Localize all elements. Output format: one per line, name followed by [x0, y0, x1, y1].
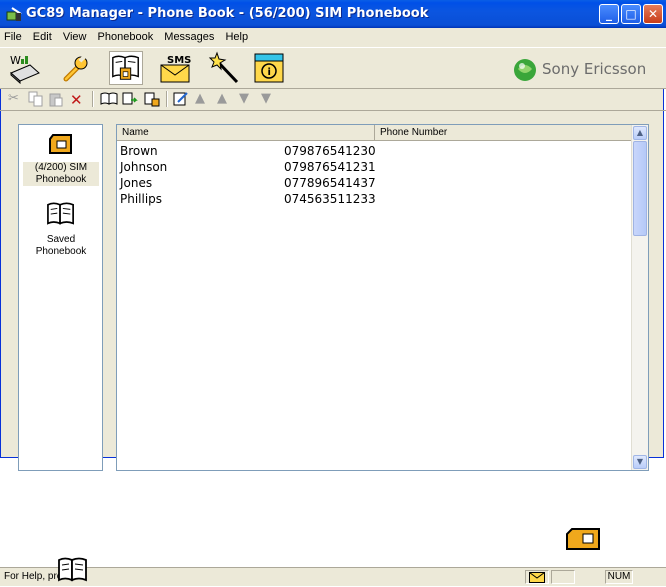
close-button[interactable]: ✕	[643, 4, 663, 24]
copy-to-sim-icon[interactable]	[144, 91, 160, 107]
contact-phone: 074563511233	[284, 192, 376, 206]
menu-phonebook[interactable]: Phonebook	[94, 28, 158, 43]
app-phone-icon	[6, 7, 22, 21]
scroll-up-icon[interactable]: ▲	[633, 126, 647, 140]
contacts-list[interactable]: Name Phone Number Brown 079876541230 Joh…	[116, 124, 649, 471]
cut-icon[interactable]: ✂	[8, 91, 24, 107]
svg-text:i: i	[268, 67, 271, 78]
saved-phonebook-icon	[47, 202, 74, 225]
edit-toolbar: ✂ ✕ ▲ ▲ ▼ ▼	[0, 88, 666, 111]
status-panel-empty	[551, 570, 575, 584]
toolbar-separator	[166, 91, 168, 107]
move-bottom-icon[interactable]: ▼	[261, 91, 277, 107]
edit-entry-icon[interactable]	[173, 91, 189, 107]
message-envelope-icon	[529, 572, 545, 583]
svg-text:W: W	[10, 54, 21, 67]
toolbar-separator	[92, 91, 94, 107]
copy-icon[interactable]	[28, 91, 44, 107]
contact-name: Jones	[120, 176, 153, 190]
phonebook-source-pane: (4/200) SIM Phonebook Saved Phonebook	[18, 124, 103, 471]
sim-card-icon	[566, 528, 600, 550]
move-top-icon[interactable]: ▲	[217, 91, 233, 107]
saved-phonebook-label-line2: Phonebook	[35, 246, 87, 257]
phonebook-button[interactable]	[109, 51, 143, 85]
contact-name: Phillips	[120, 192, 163, 206]
copy-to-phonebook-icon[interactable]	[122, 91, 138, 107]
paste-icon[interactable]	[48, 91, 64, 107]
magic-wand-icon[interactable]	[207, 51, 241, 85]
delete-icon[interactable]: ✕	[70, 91, 86, 109]
scroll-thumb[interactable]	[633, 141, 647, 236]
contact-phone: 079876541230	[284, 144, 376, 158]
title-bar[interactable]: GC89 Manager - Phone Book - (56/200) SIM…	[0, 0, 666, 28]
sim-phonebook-label-line2: Phonebook	[23, 174, 99, 186]
move-down-icon[interactable]: ▼	[239, 91, 255, 107]
sms-label: SMS	[167, 55, 191, 66]
contact-phone: 077896541437	[284, 176, 376, 190]
contact-name: Brown	[120, 144, 158, 158]
column-header-name[interactable]: Name	[117, 125, 375, 141]
column-header-phone-number[interactable]: Phone Number	[375, 125, 633, 141]
brand-name: Sony Ericsson	[542, 60, 647, 78]
phonebook-icon	[112, 55, 139, 80]
sim-phonebook-item[interactable]: (4/200) SIM Phonebook	[23, 133, 99, 186]
contact-name: Johnson	[120, 160, 168, 174]
scroll-down-icon[interactable]: ▼	[633, 455, 647, 469]
menu-file[interactable]: File	[0, 28, 26, 43]
status-bar: For Help, press F1 NUM	[0, 567, 666, 586]
wrench-settings-icon[interactable]	[58, 51, 92, 85]
application-window: GC89 Manager - Phone Book - (56/200) SIM…	[0, 0, 666, 586]
minimize-button[interactable]: _	[599, 4, 619, 24]
phonebook-icon	[58, 557, 87, 582]
main-toolbar: W SMS i Sony Ericsson	[0, 47, 666, 89]
info-icon[interactable]: i	[252, 51, 286, 85]
saved-phonebook-item[interactable]: Saved Phonebook	[23, 201, 99, 258]
maximize-button[interactable]: □	[621, 4, 641, 24]
sony-ericsson-globe-icon	[514, 59, 536, 81]
menu-help[interactable]: Help	[221, 28, 252, 43]
menu-edit[interactable]: Edit	[29, 28, 56, 43]
move-up-icon[interactable]: ▲	[195, 91, 211, 107]
vertical-scrollbar[interactable]: ▲ ▼	[631, 125, 648, 470]
sim-card-icon	[49, 134, 72, 154]
sony-ericsson-logo: Sony Ericsson	[512, 57, 658, 81]
sim-phonebook-label-line1: (4/200) SIM	[23, 162, 99, 174]
menu-view[interactable]: View	[59, 28, 91, 43]
menu-messages[interactable]: Messages	[160, 28, 218, 43]
saved-phonebook-label-line1: Saved	[46, 234, 76, 245]
contact-phone: 079876541231	[284, 160, 376, 174]
status-num-indicator: NUM	[605, 570, 633, 584]
menu-bar: File Edit View Phonebook Messages Help	[0, 28, 666, 47]
window-title: GC89 Manager - Phone Book - (56/200) SIM…	[26, 6, 429, 21]
wap-connection-icon[interactable]: W	[8, 51, 42, 85]
status-message-panel	[525, 570, 549, 584]
open-book-icon[interactable]	[100, 91, 118, 107]
sms-envelope-icon[interactable]: SMS	[158, 51, 192, 85]
